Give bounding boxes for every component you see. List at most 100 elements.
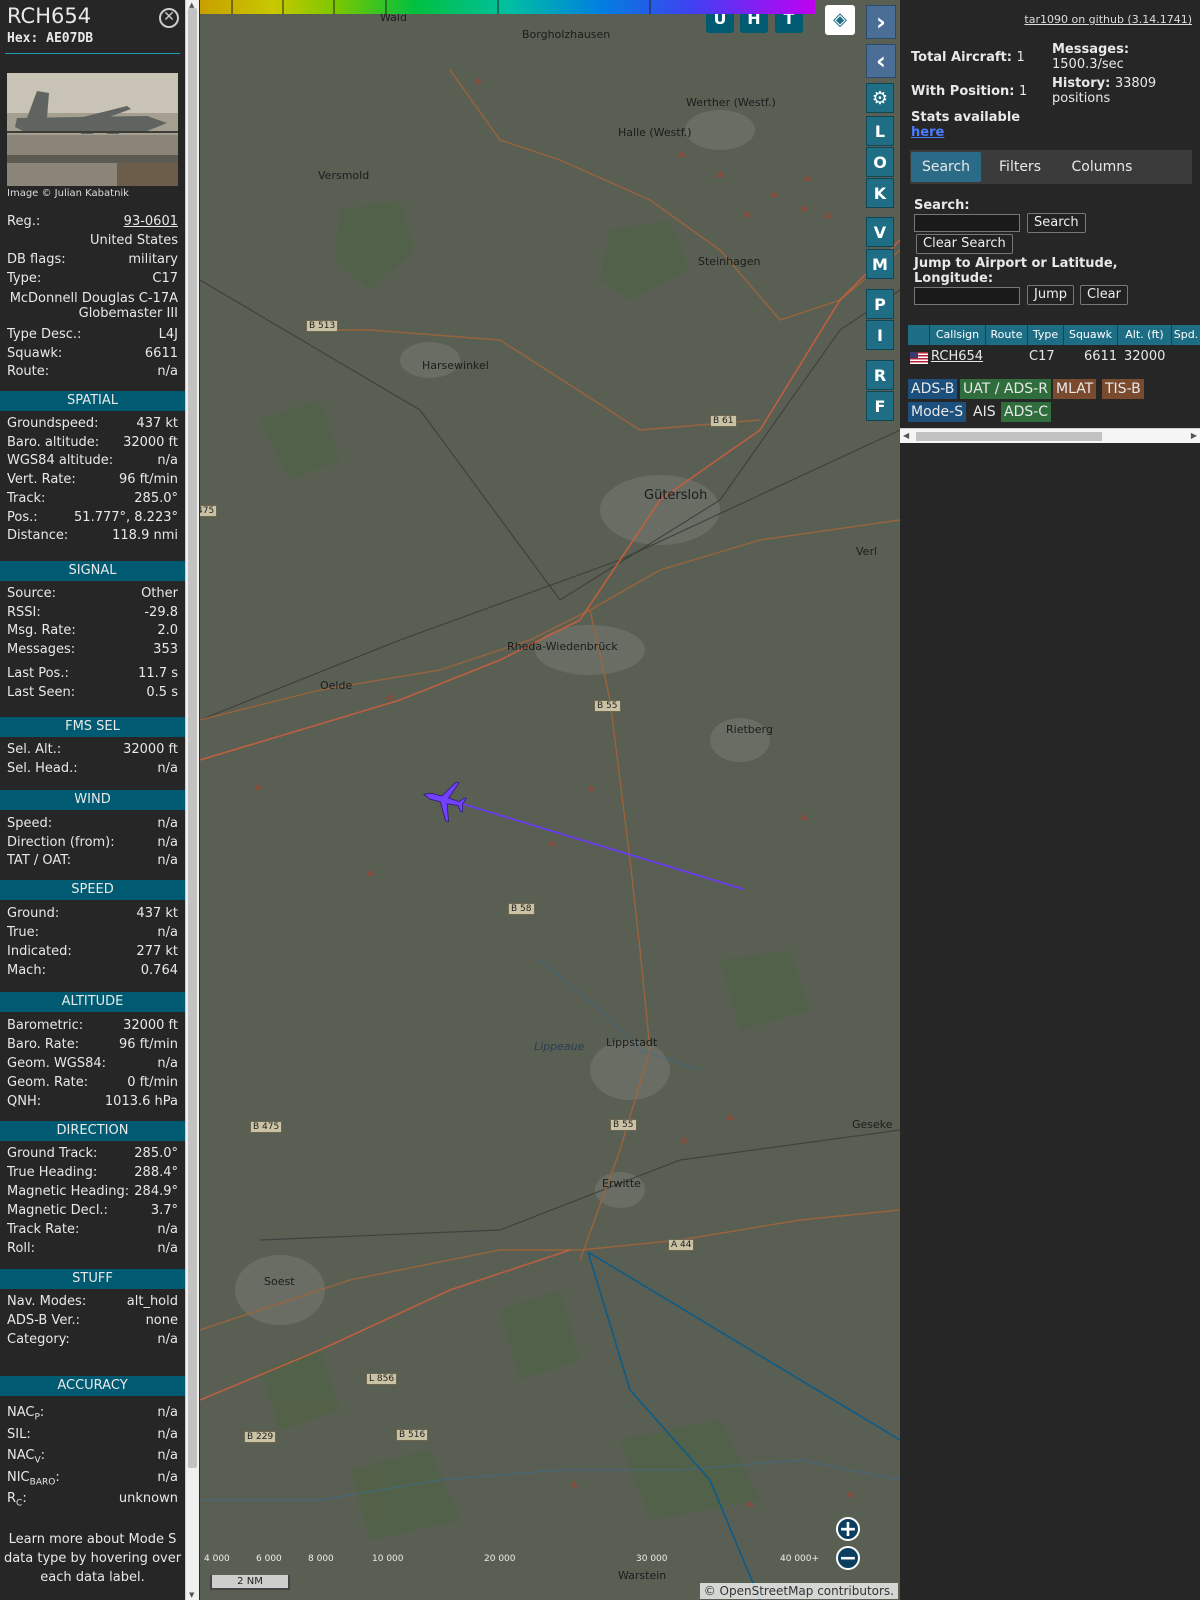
history-value: 33809 [1114, 76, 1157, 91]
town-soest: Soest [264, 1275, 295, 1288]
collapse-left-chevron-icon[interactable]: ‹ [866, 44, 896, 78]
tab-search[interactable]: Search [911, 152, 981, 182]
road-label: B 61 [710, 415, 737, 427]
table-horizontal-scrollbar[interactable]: ◀ ▶ [900, 428, 1200, 443]
info-row: NACP: n/a [0, 1403, 185, 1423]
info-label: RC: [7, 1491, 27, 1509]
alt-scale-label: 6 000 [256, 1554, 282, 1564]
info-value: 0.764 [140, 963, 178, 978]
info-row: Baro. altitude: 32000 ft [0, 433, 185, 452]
jump-input[interactable] [914, 287, 1020, 305]
close-icon[interactable]: ✕ [159, 8, 179, 28]
info-value: 285.0° [134, 1146, 178, 1161]
scroll-left-arrow-icon[interactable]: ◀ [903, 431, 909, 440]
jump-button[interactable]: Jump [1027, 285, 1074, 305]
map-view[interactable]: TeutoburgerWald Borgholzhausen Werther (… [200, 0, 900, 1600]
info-row: Roll: n/a [0, 1239, 185, 1258]
total-aircraft: Total Aircraft: 1 [911, 50, 1025, 65]
scrollbar-thumb[interactable] [916, 432, 1102, 441]
info-row: Geom. Rate: 0 ft/min [0, 1073, 185, 1092]
info-value: C17 [152, 271, 178, 286]
source-badge[interactable]: Mode-S [908, 402, 967, 422]
info-value: 0 ft/min [127, 1075, 178, 1090]
collapse-right-chevron-icon[interactable]: › [866, 5, 896, 39]
info-value: n/a [157, 1426, 178, 1442]
info-row: Pos.: 51.777°, 8.223° [0, 508, 185, 527]
search-button[interactable]: Search [1027, 213, 1086, 233]
button-k[interactable]: K [866, 178, 894, 208]
road-label: B 516 [396, 1429, 429, 1441]
layers-icon[interactable]: ◈ [825, 5, 855, 35]
info-row: Last Pos.: 11.7 s [0, 664, 185, 683]
altitude-color-scale [200, 0, 815, 14]
column-callsign[interactable]: Callsign [930, 325, 986, 345]
info-value: 6611 [144, 346, 178, 361]
info-row: Track: 285.0° [0, 489, 185, 508]
panel-tabs: Search Filters Columns [910, 150, 1192, 184]
button-l[interactable]: L [866, 116, 894, 146]
tab-columns[interactable]: Columns [1060, 152, 1144, 182]
info-row: Magnetic Decl.: 3.7° [0, 1201, 185, 1220]
source-badge[interactable]: AIS [970, 402, 999, 422]
zoom-in-icon[interactable]: + [836, 1517, 860, 1541]
info-value: n/a [157, 364, 178, 379]
info-value: n/a [157, 1405, 178, 1420]
row-squawk: 6611 [1084, 349, 1118, 364]
road-label: B 229 [244, 1431, 277, 1443]
column-speed[interactable]: Spd. [1172, 325, 1200, 345]
column-squawk[interactable]: Squawk [1064, 325, 1118, 345]
button-i[interactable]: I [866, 320, 894, 350]
town-warstein: Warstein [618, 1569, 667, 1582]
settings-gear-icon[interactable]: ⚙ [866, 83, 894, 113]
with-position-value: 1 [1019, 84, 1028, 99]
stats-link[interactable]: here [911, 125, 944, 140]
aircraft-info-panel: RCH654 Hex: AE07DB ✕ Image © Julian Kaba… [0, 0, 185, 1600]
section-header-altitude: ALTITUDE [0, 992, 185, 1012]
column-route[interactable]: Route [986, 325, 1028, 345]
scrollbar-thumb[interactable] [188, 8, 197, 1468]
info-value[interactable]: 93-0601 [124, 212, 178, 231]
source-badge[interactable]: ADS-C [1001, 402, 1052, 422]
town-borgholzhausen: Borgholzhausen [522, 28, 611, 41]
clear-button[interactable]: Clear [1080, 285, 1128, 305]
clear-search-button[interactable]: Clear Search [916, 234, 1013, 254]
source-badge[interactable]: MLAT [1053, 379, 1097, 399]
button-v[interactable]: V [866, 217, 894, 247]
source-badge[interactable]: UAT / ADS-R [960, 379, 1051, 399]
info-row: Sel. Head.: n/a [0, 759, 185, 778]
row-callsign[interactable]: RCH654 [931, 347, 983, 366]
aircraft-photo[interactable] [7, 73, 178, 186]
zoom-out-icon[interactable]: − [836, 1546, 860, 1570]
column-flag[interactable] [908, 325, 930, 345]
button-f[interactable]: F [866, 391, 894, 421]
info-value: 96 ft/min [118, 472, 178, 488]
info-label: Category: [7, 1332, 70, 1347]
info-label: Ground: [7, 906, 60, 921]
info-value: alt_hold [126, 1294, 178, 1309]
column-type[interactable]: Type [1028, 325, 1064, 345]
scroll-down-arrow-icon[interactable]: ▼ [189, 1591, 194, 1599]
country: United States [89, 233, 178, 248]
left-panel-scrollbar[interactable]: ▲ ▼ [185, 0, 199, 1600]
source-badge[interactable]: ADS-B [908, 379, 958, 399]
scroll-right-arrow-icon[interactable]: ▶ [1191, 431, 1197, 440]
github-link[interactable]: tar1090 on github (3.14.1741) [1024, 13, 1192, 26]
map-attribution[interactable]: © OpenStreetMap contributors. [699, 1583, 898, 1599]
info-label: True: [7, 925, 39, 940]
button-m[interactable]: M [866, 249, 894, 279]
button-r[interactable]: R [866, 360, 894, 390]
button-o[interactable]: O [866, 147, 894, 177]
tab-filters[interactable]: Filters [986, 152, 1054, 182]
info-label: RSSI: [7, 604, 41, 620]
button-p[interactable]: P [866, 289, 894, 319]
info-row: Speed: n/a [0, 814, 185, 833]
info-label: TAT / OAT: [7, 853, 72, 869]
info-value: 277 kt [136, 944, 178, 959]
search-input[interactable] [914, 214, 1020, 232]
row-type: C17 [1029, 349, 1055, 364]
column-altitude[interactable]: Alt. (ft) [1118, 325, 1172, 345]
section-header-direction: DIRECTION [0, 1121, 185, 1141]
source-badge[interactable]: TIS-B [1102, 379, 1144, 399]
info-label: Reg.: [7, 214, 41, 229]
table-row[interactable]: RCH654 C17 6611 32000 [908, 347, 1200, 366]
